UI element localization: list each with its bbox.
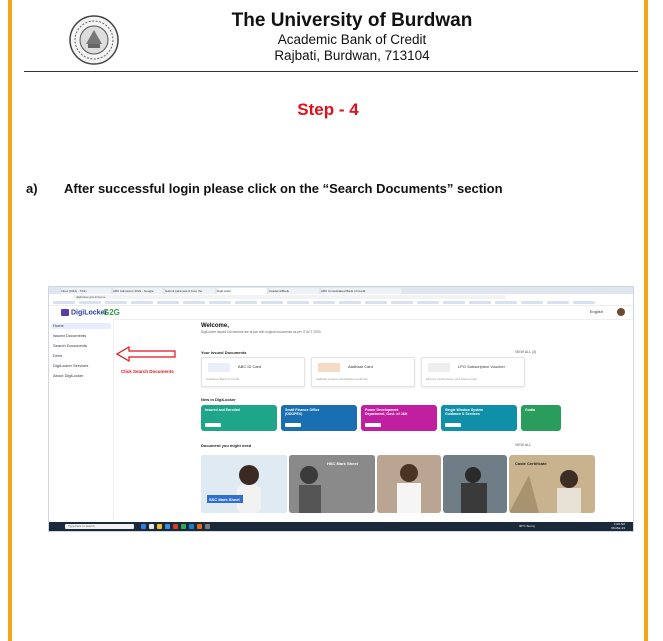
- instruction: a) After successful login please click on…: [26, 181, 503, 196]
- doc-tile: SSC Mark Sheet: [201, 455, 287, 513]
- document-header: The University of Burdwan Academic Bank …: [152, 10, 552, 64]
- header-divider: [24, 71, 638, 72]
- issued-doc-card: Aadhaar Card Aadhaar Unique Identificati…: [311, 357, 415, 387]
- instruction-text: After successful login please click on t…: [64, 181, 503, 196]
- welcome-subtitle: DigiLocker Issued Documents are at par w…: [201, 330, 322, 334]
- digilocker-logo-text: DigiLocker: [71, 309, 108, 317]
- doc-tile: Caste Certificate: [509, 455, 595, 513]
- issued-documents-title: Your Issued Documents: [201, 350, 247, 355]
- card-title: LPG Subscription Voucher: [458, 364, 505, 369]
- g2c-logo: G2G: [103, 308, 120, 317]
- lpg-card-icon: [428, 363, 450, 372]
- card-desc: Aadhaar Unique Identification Authority: [316, 377, 368, 381]
- view-all-might-need: VIEW ALL: [515, 443, 531, 447]
- doc-tile: [377, 455, 441, 513]
- abc-card-icon: [208, 363, 230, 372]
- doc-tile: HSC Mark Sheet: [289, 455, 375, 513]
- card-desc: Ministry of Petroleum and Natural Gas: [426, 377, 477, 381]
- issued-doc-card: ABC ID Card Academic Bank of Credit: [201, 357, 305, 387]
- tile-label: Caste Certificate: [515, 461, 547, 466]
- taskbar-app-icon: [189, 524, 194, 529]
- taskbar-app-icon: [149, 524, 154, 529]
- sidebar-item-issued-documents: Issued Documents: [53, 333, 87, 338]
- promo-title: Small Finance Office (ODOPEX): [285, 408, 320, 416]
- taskbar-app-icon: [141, 524, 146, 529]
- language-select: English: [589, 309, 603, 314]
- instruction-label: a): [26, 181, 38, 196]
- promo-title: Gudia: [525, 408, 535, 412]
- avatar: [617, 308, 625, 316]
- weather: 30°C Sunny: [519, 524, 536, 528]
- promo-title: Power Development Department, Govt. of J…: [365, 408, 408, 416]
- sidebar-item-services: DigiLocker Services: [53, 363, 89, 368]
- sidebar-item-about: About DigiLocker: [53, 373, 84, 378]
- card-desc: Academic Bank of Credit: [206, 377, 240, 381]
- promo-banner: Single Window System Guidance & Services: [441, 405, 517, 431]
- taskbar-app-icon: [197, 524, 202, 529]
- document-page: The University of Burdwan Academic Bank …: [8, 0, 648, 641]
- sidebar-item-search-documents: Search Documents: [53, 343, 88, 348]
- promo-banner: Small Finance Office (ODOPEX): [281, 405, 357, 431]
- url-field: digilocker.gov.in/home: [73, 295, 506, 299]
- university-seal-icon: [68, 14, 120, 66]
- taskbar-search: Type here to search: [65, 524, 134, 529]
- pointer-arrow-icon: [115, 346, 176, 362]
- promo-banner: Power Development Department, Govt. of J…: [361, 405, 437, 431]
- promo-banner: Insured and Enrolled: [201, 405, 277, 431]
- annotation-label: Click Search Documents: [121, 369, 174, 374]
- department-name: Academic Bank of Credit: [277, 32, 427, 47]
- aadhaar-card-icon: [318, 363, 340, 372]
- taskbar-app-icon: [157, 524, 162, 529]
- step-title: Step - 4: [297, 100, 359, 119]
- new-in-digilocker-title: New in DigiLocker: [201, 397, 236, 402]
- tile-label: HSC Mark Sheet: [327, 461, 358, 466]
- digilocker-screenshot: Inbox (6/42) - 7/61) ABC Admission 2022 …: [48, 286, 634, 532]
- digilocker-sidebar: Home Issued Documents Search Documents D…: [49, 319, 114, 519]
- taskbar-app-icon: [173, 524, 178, 529]
- promo-title: Single Window System Guidance & Services: [445, 408, 484, 416]
- taskbar-clock: 1:00 AM 06-Mar-23: [611, 522, 625, 530]
- digilocker-topnav: DigiLocker G2G English: [49, 306, 633, 320]
- welcome-title: Welcome,: [201, 323, 229, 329]
- clock-date: 06-Mar-23: [611, 525, 625, 530]
- issued-doc-card: LPG Subscription Voucher Ministry of Pet…: [421, 357, 525, 387]
- card-title: ABC ID Card: [238, 364, 262, 369]
- promo-title: Insured and Enrolled: [205, 408, 240, 412]
- might-need-title: Document you might need: [201, 443, 252, 448]
- university-address: Rajbati, Burdwan, 713104: [274, 48, 430, 63]
- university-name: The University of Burdwan: [231, 10, 473, 31]
- digilocker-logo-icon: [61, 309, 69, 316]
- digilocker-logo: DigiLocker: [61, 309, 107, 316]
- taskbar-app-icon: [205, 524, 210, 529]
- card-title: Aadhaar Card: [348, 364, 373, 369]
- promo-banner: Gudia: [521, 405, 561, 431]
- browser-tab-bar: Inbox (6/42) - 7/61) ABC Admission 2022 …: [49, 287, 633, 294]
- sidebar-item-home: Home: [51, 323, 111, 329]
- windows-taskbar: Type here to search 30°C Sunny 1:00 AM 0…: [49, 522, 633, 531]
- doc-tile: [443, 455, 507, 513]
- view-all-issued: VIEW ALL (3): [515, 350, 537, 354]
- taskbar-app-icon: [165, 524, 170, 529]
- tile-label: SSC Mark Sheet: [209, 497, 240, 502]
- taskbar-app-icon: [181, 524, 186, 529]
- sidebar-item-drive: Drive: [53, 353, 63, 358]
